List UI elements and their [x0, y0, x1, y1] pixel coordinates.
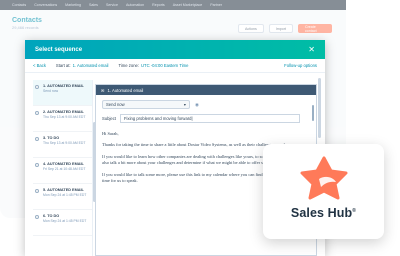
- sequence-steps-list: 1. AUTOMATED EMAIL Send now 2. AUTOMATED…: [33, 80, 96, 256]
- body-paragraph: Hi Sarah,: [102, 131, 119, 136]
- crm-top-nav: Contacts Conversations Marketing Sales S…: [0, 0, 346, 10]
- step-title: 2. AUTOMATED EMAIL: [43, 110, 84, 114]
- crm-actions: Actions Import Create contact: [238, 24, 332, 33]
- step-dot-icon: [35, 111, 39, 115]
- trademark-mark: ®: [352, 207, 357, 214]
- step-dot-icon: [35, 189, 39, 193]
- actions-button[interactable]: Actions: [238, 24, 264, 33]
- screenshot-stage: Contacts Conversations Marketing Sales S…: [0, 0, 400, 256]
- modal-header: Select sequence ✕: [25, 40, 325, 59]
- sequence-step[interactable]: 1. AUTOMATED EMAIL Send now: [33, 80, 92, 106]
- modal-scrollbar[interactable]: [318, 78, 321, 138]
- nav-sales[interactable]: Sales: [89, 3, 98, 7]
- sequence-step[interactable]: 5. AUTOMATED EMAIL Mon Sep 24 at 1:45 PM…: [33, 184, 92, 210]
- create-contact-button[interactable]: Create contact: [298, 24, 332, 33]
- step-date: Mon Sep 24 at 1:45 PM EDT: [43, 193, 87, 197]
- page-title: Contacts: [12, 17, 42, 24]
- timezone-dropdown[interactable]: UTC -04:00 Eastern Time: [141, 63, 188, 68]
- editor-step-title: 1. Automated email: [107, 87, 144, 93]
- product-label: Sales Hub: [290, 206, 353, 220]
- step-dot-icon: [35, 163, 39, 167]
- follow-up-options-dropdown[interactable]: Follow-up options: [284, 63, 317, 68]
- subject-label: Subject: [102, 116, 116, 121]
- step-title: 3. TO DO: [43, 136, 60, 140]
- back-link[interactable]: < Back: [33, 63, 46, 68]
- nav-conversations[interactable]: Conversations: [34, 3, 57, 7]
- product-name: Sales Hub®: [291, 206, 356, 220]
- nav-asset-marketplace[interactable]: Asset Marketplace: [173, 3, 203, 7]
- sequence-step[interactable]: 4. AUTOMATED EMAIL Fri Sep 21 at 10:48 A…: [33, 158, 92, 184]
- record-count: 29,466 records: [12, 25, 39, 30]
- step-date: Thu Sep 13 at 9:00 AM EDT: [43, 141, 86, 145]
- nav-contacts[interactable]: Contacts: [12, 3, 26, 7]
- start-at-dropdown[interactable]: 1. Automated email: [73, 63, 109, 68]
- sequence-options-bar: < Back Start at: 1. Automated email Time…: [25, 59, 325, 73]
- sequence-step[interactable]: 2. AUTOMATED EMAIL Thu Sep 13 at 9:00 AM…: [33, 106, 92, 132]
- step-date: Thu Sep 13 at 9:00 AM EDT: [43, 115, 86, 119]
- step-title: 1. AUTOMATED EMAIL: [43, 84, 84, 88]
- sequence-step[interactable]: 6. TO DO Mon Sep 24 at 1:45 PM EDT: [33, 210, 92, 236]
- editor-scrollbar[interactable]: [312, 105, 314, 121]
- step-date: Fri Sep 21 at 10:48 AM EDT: [43, 167, 86, 171]
- step-date: Send now: [43, 89, 59, 93]
- subject-input[interactable]: Fixing problems and moving forward|: [120, 114, 300, 123]
- preview-eye-icon[interactable]: ◉: [195, 102, 199, 108]
- step-title: 4. AUTOMATED EMAIL: [43, 162, 84, 166]
- step-title: 5. AUTOMATED EMAIL: [43, 188, 84, 192]
- step-date: Mon Sep 24 at 1:45 PM EDT: [43, 219, 87, 223]
- chevron-down-icon: ▾: [183, 102, 186, 107]
- email-icon: ✉: [101, 87, 105, 93]
- step-title: 6. TO DO: [43, 214, 60, 218]
- step-dot-icon: [35, 137, 39, 141]
- close-icon[interactable]: ✕: [308, 45, 315, 54]
- modal-title: Select sequence: [35, 46, 83, 53]
- start-at-label: Start at:: [55, 63, 71, 68]
- nav-reports[interactable]: Reports: [152, 3, 165, 7]
- crm-header: Contacts 29,466 records: [12, 17, 42, 30]
- step-dot-icon: [35, 85, 39, 89]
- import-button[interactable]: Import: [268, 24, 293, 33]
- editor-header: ✉ 1. Automated email: [96, 85, 316, 95]
- send-time-select[interactable]: Send now ▾: [102, 100, 190, 109]
- send-row: Send now ▾ ◉: [96, 95, 316, 111]
- nav-automation[interactable]: Automation: [126, 3, 144, 7]
- sequence-step[interactable]: 3. TO DO Thu Sep 13 at 9:00 AM EDT: [33, 132, 92, 158]
- timezone-label: Time zone:: [118, 63, 140, 68]
- sales-hub-logo-icon: [300, 156, 347, 200]
- step-dot-icon: [35, 215, 39, 219]
- subject-row: Subject Fixing problems and moving forwa…: [96, 111, 316, 123]
- send-time-value: Send now: [106, 102, 125, 107]
- nav-marketing[interactable]: Marketing: [65, 3, 81, 7]
- nav-partner[interactable]: Partner: [210, 3, 222, 7]
- sales-hub-card: Sales Hub®: [263, 144, 384, 239]
- nav-service[interactable]: Service: [106, 3, 118, 7]
